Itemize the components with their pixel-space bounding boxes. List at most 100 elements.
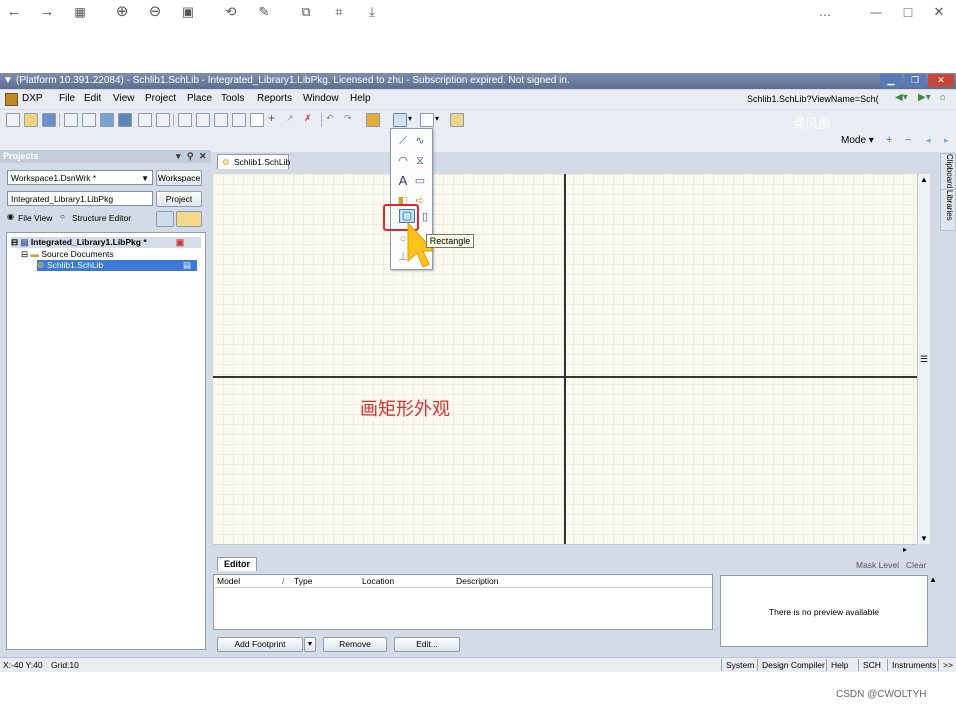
back-arrow-icon[interactable]: ← <box>4 2 24 22</box>
rotate-icon[interactable]: ⟲ <box>221 2 241 22</box>
next-icon[interactable]: ▸ <box>944 135 949 146</box>
schematic-canvas[interactable]: 画矩形外观 <box>213 174 917 544</box>
scroll-up-icon[interactable]: ▲ <box>929 575 937 584</box>
col-header-description[interactable]: Description <box>456 576 499 586</box>
col-header-model[interactable]: Model <box>217 576 240 586</box>
fit-page-icon[interactable]: ▣ <box>178 2 198 22</box>
panel-close-icon[interactable]: ✕ <box>199 150 207 163</box>
menu-window[interactable]: Window <box>303 93 339 104</box>
window-restore-button[interactable]: ❐ <box>904 74 926 87</box>
panel-menu-icon[interactable]: ▾ <box>176 150 181 163</box>
workspace-select[interactable]: Workspace1.DsnWrk * ▼ <box>7 170 153 185</box>
dropdown-arrow-icon[interactable]: ▾ <box>408 114 412 123</box>
clear-button[interactable]: Clear <box>906 560 926 570</box>
redo-icon[interactable]: ↷ <box>344 113 356 125</box>
menu-reports[interactable]: Reports <box>257 93 292 104</box>
close-button[interactable]: ✕ <box>929 2 949 22</box>
rubber-stamp-icon[interactable] <box>232 113 246 127</box>
window-close-button[interactable]: ✕ <box>928 74 954 87</box>
scroll-right-icon[interactable]: ▸ <box>903 545 907 554</box>
project-button[interactable]: Project <box>156 191 202 207</box>
layers-icon[interactable] <box>100 113 114 127</box>
menu-tools[interactable]: Tools <box>221 93 244 104</box>
tree-item-source-documents[interactable]: ⊟ ▬ Source Documents <box>21 249 114 260</box>
dropdown-arrow-icon[interactable]: ▾ <box>435 114 439 123</box>
file-view-radio[interactable]: ◉ <box>7 212 14 221</box>
status-tab-help[interactable]: Help <box>826 659 852 671</box>
collapse-icon[interactable]: ⊟ <box>11 237 18 247</box>
add-footprint-dropdown[interactable]: ▼ <box>304 637 316 652</box>
status-tab-more[interactable]: >> <box>938 659 956 671</box>
tree-item-library-package[interactable]: ⊟ ▤ Integrated_Library1.LibPkg * ▣ <box>11 237 201 248</box>
minimize-button[interactable]: — <box>866 2 886 22</box>
polygon-tool-icon[interactable]: ⧖ <box>413 155 427 167</box>
menu-view[interactable]: View <box>113 93 135 104</box>
save-icon[interactable] <box>42 113 56 127</box>
document-tab[interactable]: ⚙ Schlib1.SchLib <box>217 154 290 169</box>
pin-icon[interactable]: ⚲ <box>187 150 194 163</box>
side-tab-libraries[interactable]: Libraries <box>940 189 956 231</box>
scroll-thumb[interactable]: ☰ <box>920 354 928 365</box>
window-minimize-button[interactable]: ▁ <box>880 74 902 87</box>
nav-back-icon[interactable]: ◀▾ <box>895 92 908 103</box>
cut-icon[interactable] <box>178 113 192 127</box>
collapse-icon[interactable]: ⊟ <box>21 249 28 259</box>
drawing-tools-icon[interactable] <box>393 113 407 127</box>
grid-tools-icon[interactable] <box>420 113 434 127</box>
status-tab-instruments[interactable]: Instruments <box>887 659 940 671</box>
status-tab-system[interactable]: System <box>721 659 758 671</box>
arc-tool-icon[interactable]: ◠ <box>396 155 410 167</box>
text-tool-icon[interactable]: A <box>396 174 410 187</box>
paste-icon[interactable] <box>214 113 228 127</box>
zoom-fit-icon[interactable] <box>138 113 152 127</box>
move-icon[interactable]: + <box>268 112 280 125</box>
prev-icon[interactable]: ◂ <box>926 135 931 146</box>
status-tab-sch[interactable]: SCH <box>858 659 885 671</box>
add-icon[interactable]: + <box>886 134 892 146</box>
select-area-icon[interactable] <box>250 113 264 127</box>
menu-place[interactable]: Place <box>187 93 212 104</box>
grid-view-icon[interactable]: ▦ <box>70 2 90 22</box>
remove-button[interactable]: Remove <box>323 637 387 652</box>
print-icon[interactable] <box>64 113 78 127</box>
col-header-location[interactable]: Location <box>362 576 394 586</box>
col-header-type[interactable]: Type <box>294 576 312 586</box>
maximize-button[interactable]: □ <box>898 2 918 22</box>
mode-button[interactable]: Mode ▾ <box>841 135 874 146</box>
open-icon[interactable] <box>24 113 38 127</box>
vertical-scrollbar[interactable]: ▲ ☰ ▼ <box>917 174 930 544</box>
undo-icon[interactable]: ↶ <box>326 113 338 125</box>
zoom-out-icon[interactable]: ⊖ <box>145 2 165 22</box>
menu-project[interactable]: Project <box>145 93 176 104</box>
edit-button[interactable]: Edit... <box>394 637 460 652</box>
copy-icon[interactable]: ⧉ <box>296 2 316 22</box>
print-preview-icon[interactable] <box>82 113 96 127</box>
zoom-area-icon[interactable] <box>156 113 170 127</box>
workspace-button[interactable]: Workspace <box>156 170 202 186</box>
board-icon[interactable] <box>118 113 132 127</box>
clear-filter-icon[interactable]: ✗ <box>304 113 316 125</box>
crop-icon[interactable]: ⌗ <box>329 2 349 22</box>
address-field[interactable]: Schlib1.SchLib?ViewName=Sch( <box>744 92 892 106</box>
more-button[interactable]: … <box>815 2 835 22</box>
mask-level-button[interactable]: Mask Level <box>856 560 899 570</box>
nav-forward-icon[interactable]: ▶▾ <box>918 92 931 103</box>
text-frame-tool-icon[interactable]: ▭ <box>413 175 427 187</box>
new-icon[interactable] <box>6 113 20 127</box>
menu-help[interactable]: Help <box>350 93 371 104</box>
editor-tab[interactable]: Editor <box>217 557 257 571</box>
edit-icon[interactable]: ✎ <box>254 2 274 22</box>
library-folder-icon[interactable] <box>450 113 464 127</box>
project-field[interactable]: Integrated_Library1.LibPkg <box>7 191 153 206</box>
line-tool-icon[interactable]: ⟋ <box>396 135 410 147</box>
structure-editor-radio[interactable]: ○ <box>60 212 65 221</box>
subtract-icon[interactable]: − <box>905 134 911 146</box>
bezier-tool-icon[interactable]: ∿ <box>413 135 427 147</box>
menu-dxp[interactable]: DXP <box>22 93 43 104</box>
folder-options-icon[interactable] <box>176 211 202 227</box>
menu-file[interactable]: File <box>59 93 75 104</box>
scroll-down-icon[interactable]: ▼ <box>920 534 928 543</box>
component-icon[interactable] <box>366 113 380 127</box>
add-footprint-button[interactable]: Add Footprint <box>217 637 303 652</box>
forward-arrow-icon[interactable]: → <box>37 2 57 22</box>
